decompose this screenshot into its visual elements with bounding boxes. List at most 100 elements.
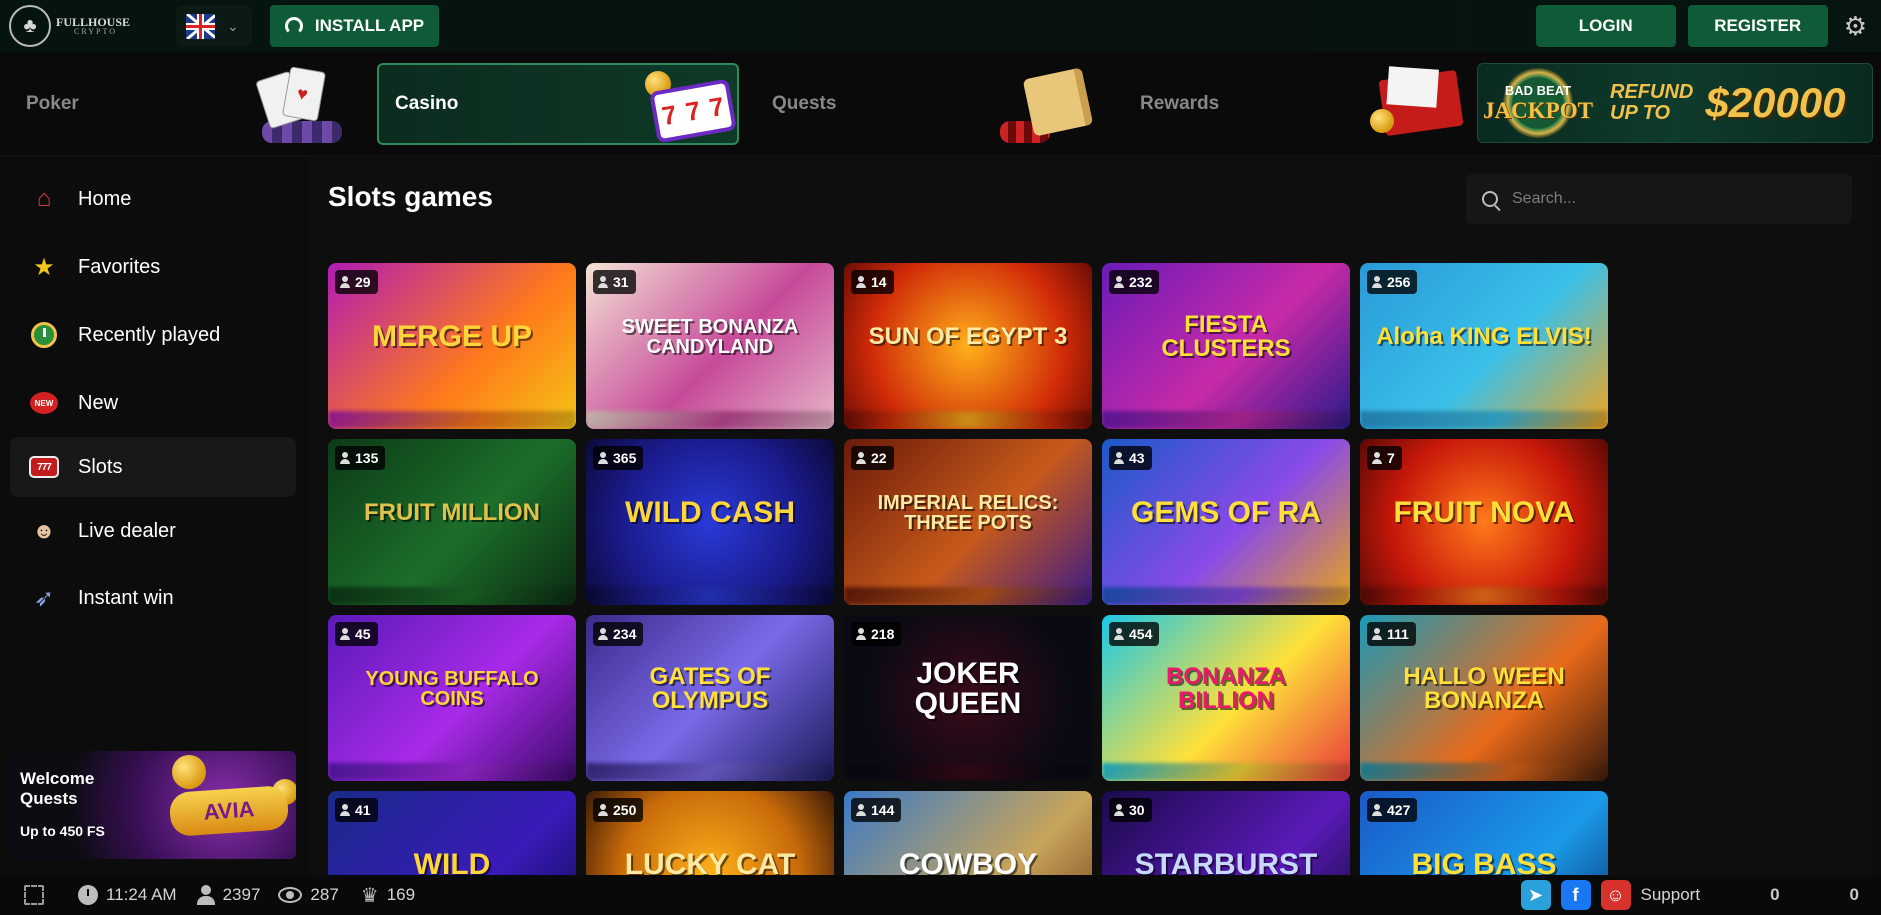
player-icon [598,804,608,816]
tab-poker[interactable]: Poker [0,63,362,145]
game-tile[interactable]: 7 FRUIT NOVA [1360,439,1608,605]
current-time: 11:24 AM [106,885,177,904]
player-count-badge: 22 [851,446,894,470]
game-tile[interactable]: 232 FIESTA CLUSTERS [1102,263,1350,429]
game-tile[interactable]: 31 SWEET BONANZA CANDYLAND [586,263,834,429]
game-tile[interactable]: 29 MERGE UP [328,263,576,429]
tile-bottom-strip [844,587,1092,605]
logo-subtitle: CRYPTO [74,27,117,36]
tile-bottom-strip [1102,411,1350,429]
register-button[interactable]: REGISTER [1687,5,1828,47]
player-count: 365 [613,450,637,466]
welcome-quests-promo[interactable]: Welcome Quests Up to 450 FS AVIA [10,751,296,859]
jackpot-refund-label: REFUND [1610,81,1694,103]
player-icon [1114,452,1124,464]
support-icon[interactable]: ☺ [1600,880,1631,910]
game-tile[interactable]: 256 Aloha KING ELVIS! [1360,263,1608,429]
player-count-badge: 7 [1367,446,1402,470]
game-grid: 29 MERGE UP 31 SWEET BONANZA CANDYLAND 14 SUN… [328,263,1608,875]
online-count: 2397 [222,885,261,904]
player-count-badge: 234 [593,622,644,646]
star-icon: ★ [33,253,55,281]
slot-machine-icon: 777 [627,67,737,145]
player-count-badge: 111 [1367,622,1416,646]
support-link[interactable]: Support [1641,885,1701,905]
jackpot-banner[interactable]: BAD BEAT JACKPOT REFUND UP TO $20000 [1477,63,1873,143]
quest-scroll-icon [998,65,1108,143]
player-count: 45 [355,626,371,642]
main-content: Slots games 29MERGE UP31SWEET BONANZA CA… [308,157,1874,875]
sidebar-item-home[interactable]: ⌂ Home [10,169,296,229]
sidebar-item-favorites[interactable]: ★ Favorites [10,237,296,297]
game-tile[interactable]: 41 WILD [328,791,576,875]
player-count: 427 [1387,802,1411,818]
clock-icon [31,322,57,348]
game-tile[interactable]: 427 BIG BASS [1360,791,1608,875]
search-icon [1482,191,1498,207]
login-button[interactable]: LOGIN [1535,5,1676,47]
telegram-icon[interactable]: ➤ [1520,880,1551,910]
tab-quests[interactable]: Quests [746,63,1108,145]
footer-value-2: 0 [1849,885,1859,904]
tile-bottom-strip [1360,763,1608,781]
game-tile[interactable]: 30 STARBURST [1102,791,1350,875]
player-icon [1372,276,1382,288]
top-bar: ♣ FULLHOUSE CRYPTO ⌄ INSTALL APP LOGIN R… [0,0,1881,52]
player-icon [340,628,350,640]
game-tile[interactable]: 135 FRUIT MILLION [328,439,576,605]
game-tile[interactable]: 22 IMPERIAL RELICS: THREE POTS [844,439,1092,605]
sidebar-item-live-dealer[interactable]: ☻ Live dealer [10,501,296,561]
player-count: 234 [613,626,637,642]
game-tile[interactable]: 365 WILD CASH [586,439,834,605]
game-tile[interactable]: 43 GEMS OF RA [1102,439,1350,605]
install-app-button[interactable]: INSTALL APP [270,5,439,47]
player-icon [856,628,866,640]
player-icon [340,452,350,464]
settings-gear-icon[interactable]: ⚙ [1844,11,1867,42]
tile-bottom-strip [328,763,576,781]
player-icon [340,804,350,816]
game-tile[interactable]: 250 LUCKY CAT [586,791,834,875]
player-icon [856,276,866,288]
player-count: 111 [1387,626,1409,642]
player-count: 144 [871,802,895,818]
tile-bottom-strip [328,411,576,429]
new-badge-icon: NEW [30,392,58,414]
player-count: 218 [871,626,895,642]
player-count: 41 [355,802,371,818]
fullscreen-icon[interactable] [24,885,44,905]
tile-bottom-strip [586,411,834,429]
player-count-badge: 427 [1367,798,1418,822]
search-box[interactable] [1466,174,1852,224]
player-count: 30 [1129,802,1145,818]
game-tile[interactable]: 111 HALLO WEEN BONANZA [1360,615,1608,781]
game-tile[interactable]: 234 GATES OF OLYMPUS [586,615,834,781]
sidebar-item-new[interactable]: NEW New [10,373,296,433]
language-selector[interactable]: ⌄ [176,5,252,47]
slot-machine-icon: 777 [29,456,59,478]
player-count-badge: 144 [851,798,902,822]
sidebar-item-instant-win[interactable]: ➶ Instant win [10,568,296,628]
tile-bottom-strip [1102,587,1350,605]
search-input[interactable] [1512,190,1812,208]
player-icon [598,628,608,640]
eye-icon [278,887,303,903]
sidebar: ⌂ Home ★ Favorites Recently played NEW N… [0,157,304,875]
tile-bottom-strip [586,587,834,605]
facebook-icon[interactable]: f [1560,880,1591,910]
category-bar: Poker Casino 777 Quests Rewards BAD BEAT… [0,52,1881,156]
player-count: 256 [1387,274,1411,290]
game-tile[interactable]: 45 YOUNG BUFFALO COINS [328,615,576,781]
tab-casino[interactable]: Casino 777 [377,63,739,145]
game-tile[interactable]: 218 JOKER QUEEN [844,615,1092,781]
game-tile[interactable]: 14 SUN OF EGYPT 3 [844,263,1092,429]
game-tile[interactable]: 454 BONANZA BILLION [1102,615,1350,781]
game-tile[interactable]: 144 COWBOY [844,791,1092,875]
sidebar-item-slots[interactable]: 777 Slots [10,437,296,497]
jackpot-amount: $20000 [1705,79,1846,126]
tile-bottom-strip [844,411,1092,429]
logo[interactable]: ♣ FULLHOUSE CRYPTO [9,4,159,48]
player-icon [1114,804,1124,816]
tab-rewards[interactable]: Rewards [1114,63,1476,145]
sidebar-item-recently-played[interactable]: Recently played [10,305,296,365]
